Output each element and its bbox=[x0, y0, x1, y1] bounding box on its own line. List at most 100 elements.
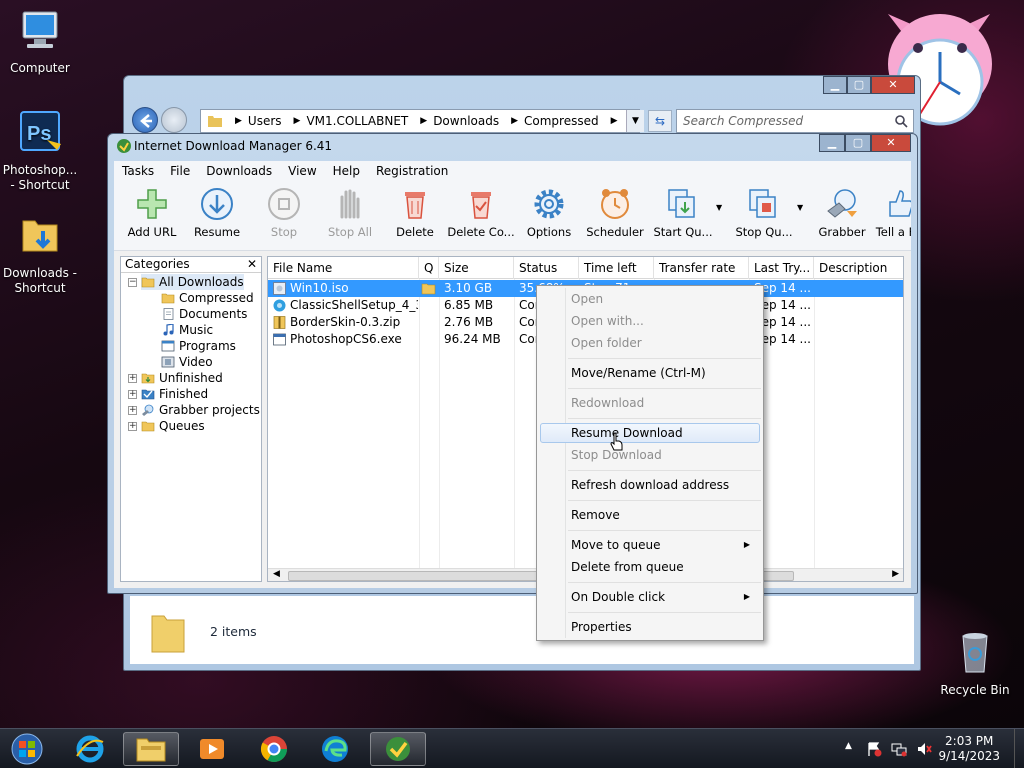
column-status[interactable]: Status bbox=[514, 257, 579, 279]
column-description[interactable]: Description bbox=[814, 257, 903, 279]
menu-registration[interactable]: Registration bbox=[368, 164, 456, 178]
back-button[interactable] bbox=[132, 107, 158, 133]
system-clock[interactable]: 2:03 PM 9/14/2023 bbox=[938, 734, 1000, 764]
taskbar-edge[interactable] bbox=[307, 732, 363, 766]
column-file-name[interactable]: File Name bbox=[268, 257, 419, 279]
menu-item-stop-download[interactable]: Stop Download bbox=[540, 445, 760, 465]
options-button[interactable]: Options bbox=[521, 187, 577, 239]
expand-icon[interactable]: + bbox=[128, 406, 137, 415]
desktop-icon-recycle-bin[interactable]: Recycle Bin bbox=[935, 630, 1015, 698]
stop-queue-button[interactable]: Stop Qu... bbox=[733, 187, 795, 239]
taskbar-chrome[interactable] bbox=[246, 732, 302, 766]
menu-file[interactable]: File bbox=[162, 164, 198, 178]
breadcrumb-compressed[interactable]: Compressed bbox=[524, 114, 599, 128]
desktop-icon-computer[interactable]: Computer bbox=[0, 8, 80, 76]
category-unfinished[interactable]: Unfinished bbox=[141, 370, 223, 386]
categories-panel: Categories ✕ − All Downloads Compressed … bbox=[120, 256, 262, 582]
tell-a-friend-button[interactable]: Tell a Fri bbox=[874, 187, 911, 239]
taskbar-file-explorer[interactable] bbox=[123, 732, 179, 766]
breadcrumb-arrow-icon: ▶ bbox=[235, 116, 242, 126]
address-bar[interactable]: ▶ Users ▶ VM1.COLLABNET ▶ Downloads ▶ Compre… bbox=[200, 109, 640, 133]
category-all-downloads[interactable]: All Downloads bbox=[141, 274, 244, 290]
category-compressed[interactable]: Compressed bbox=[161, 290, 254, 306]
category-queues[interactable]: Queues bbox=[141, 418, 205, 434]
refresh-button[interactable]: ⇆ bbox=[648, 110, 672, 132]
expand-icon[interactable]: + bbox=[128, 422, 137, 431]
menu-item-open-folder[interactable]: Open folder bbox=[540, 333, 760, 353]
breadcrumb-users[interactable]: Users bbox=[248, 114, 282, 128]
expand-icon[interactable]: + bbox=[128, 374, 137, 383]
action-center-flag-icon[interactable] bbox=[866, 741, 882, 757]
stop-queue-dropdown[interactable]: ▼ bbox=[797, 203, 803, 212]
explorer-close-button[interactable]: ✕ bbox=[871, 76, 915, 94]
category-finished[interactable]: Finished bbox=[141, 386, 208, 402]
menu-item-on-double-click[interactable]: On Double click ▶ bbox=[540, 587, 760, 607]
column-time-left[interactable]: Time left bbox=[579, 257, 654, 279]
category-grabber-projects[interactable]: Grabber projects bbox=[141, 402, 260, 418]
stop-button[interactable]: Stop bbox=[256, 187, 312, 239]
start-button[interactable] bbox=[2, 732, 52, 766]
grabber-button[interactable]: Grabber bbox=[814, 187, 870, 239]
delete-completed-button[interactable]: Delete Co... bbox=[447, 187, 515, 239]
expand-icon[interactable]: + bbox=[128, 390, 137, 399]
menu-item-open[interactable]: Open bbox=[540, 289, 760, 309]
menu-item-remove[interactable]: Remove bbox=[540, 505, 760, 525]
idm-window[interactable]: Internet Download Manager 6.41 ▁ ▢ ✕ Tas… bbox=[107, 133, 918, 594]
scroll-right-icon[interactable]: ▶ bbox=[892, 569, 899, 579]
delete-button[interactable]: Delete bbox=[389, 187, 441, 239]
search-input[interactable]: Search Compressed bbox=[676, 109, 914, 133]
menu-item-move-rename[interactable]: Move/Rename (Ctrl-M) bbox=[540, 363, 760, 383]
desktop-icon-downloads[interactable]: Downloads - Shortcut bbox=[0, 213, 80, 296]
idm-maximize-button[interactable]: ▢ bbox=[845, 134, 871, 152]
context-menu: Open Open with... Open folder Move/Renam… bbox=[536, 285, 764, 641]
category-video[interactable]: Video bbox=[161, 354, 213, 370]
category-programs[interactable]: Programs bbox=[161, 338, 236, 354]
breadcrumb-arrow-icon: ▶ bbox=[610, 116, 618, 126]
column-transfer-rate[interactable]: Transfer rate bbox=[654, 257, 749, 279]
breadcrumb-arrow-icon: ▶ bbox=[420, 116, 428, 126]
menu-item-move-to-queue[interactable]: Move to queue ▶ bbox=[540, 535, 760, 555]
taskbar-internet-explorer[interactable] bbox=[62, 732, 118, 766]
close-icon[interactable]: ✕ bbox=[247, 257, 257, 272]
category-documents[interactable]: Documents bbox=[161, 306, 247, 322]
menu-item-resume-download[interactable]: Resume Download bbox=[540, 423, 760, 443]
menu-item-properties[interactable]: Properties bbox=[540, 617, 760, 637]
column-last-try[interactable]: Last Try... bbox=[749, 257, 814, 279]
address-dropdown-button[interactable]: ▼ bbox=[626, 110, 644, 132]
add-url-button[interactable]: Add URL bbox=[124, 187, 180, 239]
collapse-icon[interactable]: − bbox=[128, 278, 137, 287]
hand-icon bbox=[340, 189, 360, 219]
menu-item-open-with[interactable]: Open with... bbox=[540, 311, 760, 331]
column-q[interactable]: Q bbox=[419, 257, 439, 279]
resume-button[interactable]: Resume bbox=[189, 187, 245, 239]
scroll-left-icon[interactable]: ◀ bbox=[273, 569, 280, 579]
start-queue-dropdown[interactable]: ▼ bbox=[716, 203, 722, 212]
forward-button[interactable] bbox=[161, 107, 187, 133]
breadcrumb-vm1[interactable]: VM1.COLLABNET bbox=[306, 114, 408, 128]
desktop-icon-photoshop[interactable]: Ps Photoshop... - Shortcut bbox=[0, 110, 80, 193]
stop-all-button[interactable]: Stop All bbox=[322, 187, 378, 239]
taskbar-media-player[interactable] bbox=[184, 732, 240, 766]
scheduler-button[interactable]: Scheduler bbox=[584, 187, 646, 239]
column-size[interactable]: Size bbox=[439, 257, 514, 279]
menu-tasks[interactable]: Tasks bbox=[114, 164, 162, 178]
idm-close-button[interactable]: ✕ bbox=[871, 134, 911, 152]
menu-item-delete-from-queue[interactable]: Delete from queue bbox=[540, 557, 760, 577]
network-icon[interactable] bbox=[891, 741, 907, 757]
explorer-maximize-button[interactable]: ▢ bbox=[847, 76, 871, 94]
explorer-minimize-button[interactable]: ▁ bbox=[823, 76, 847, 94]
submenu-arrow-icon: ▶ bbox=[743, 592, 750, 601]
breadcrumb-downloads[interactable]: Downloads bbox=[433, 114, 499, 128]
menu-downloads[interactable]: Downloads bbox=[198, 164, 280, 178]
show-desktop-button[interactable] bbox=[1014, 729, 1024, 768]
volume-muted-icon[interactable] bbox=[916, 741, 932, 757]
menu-item-refresh-address[interactable]: Refresh download address bbox=[540, 475, 760, 495]
menu-help[interactable]: Help bbox=[325, 164, 368, 178]
show-hidden-icons[interactable]: ▲ bbox=[845, 741, 852, 751]
menu-item-redownload[interactable]: Redownload bbox=[540, 393, 760, 413]
menu-view[interactable]: View bbox=[280, 164, 324, 178]
idm-minimize-button[interactable]: ▁ bbox=[819, 134, 845, 152]
start-queue-button[interactable]: Start Qu... bbox=[652, 187, 714, 239]
category-music[interactable]: Music bbox=[161, 322, 213, 338]
taskbar-idm[interactable] bbox=[370, 732, 426, 766]
